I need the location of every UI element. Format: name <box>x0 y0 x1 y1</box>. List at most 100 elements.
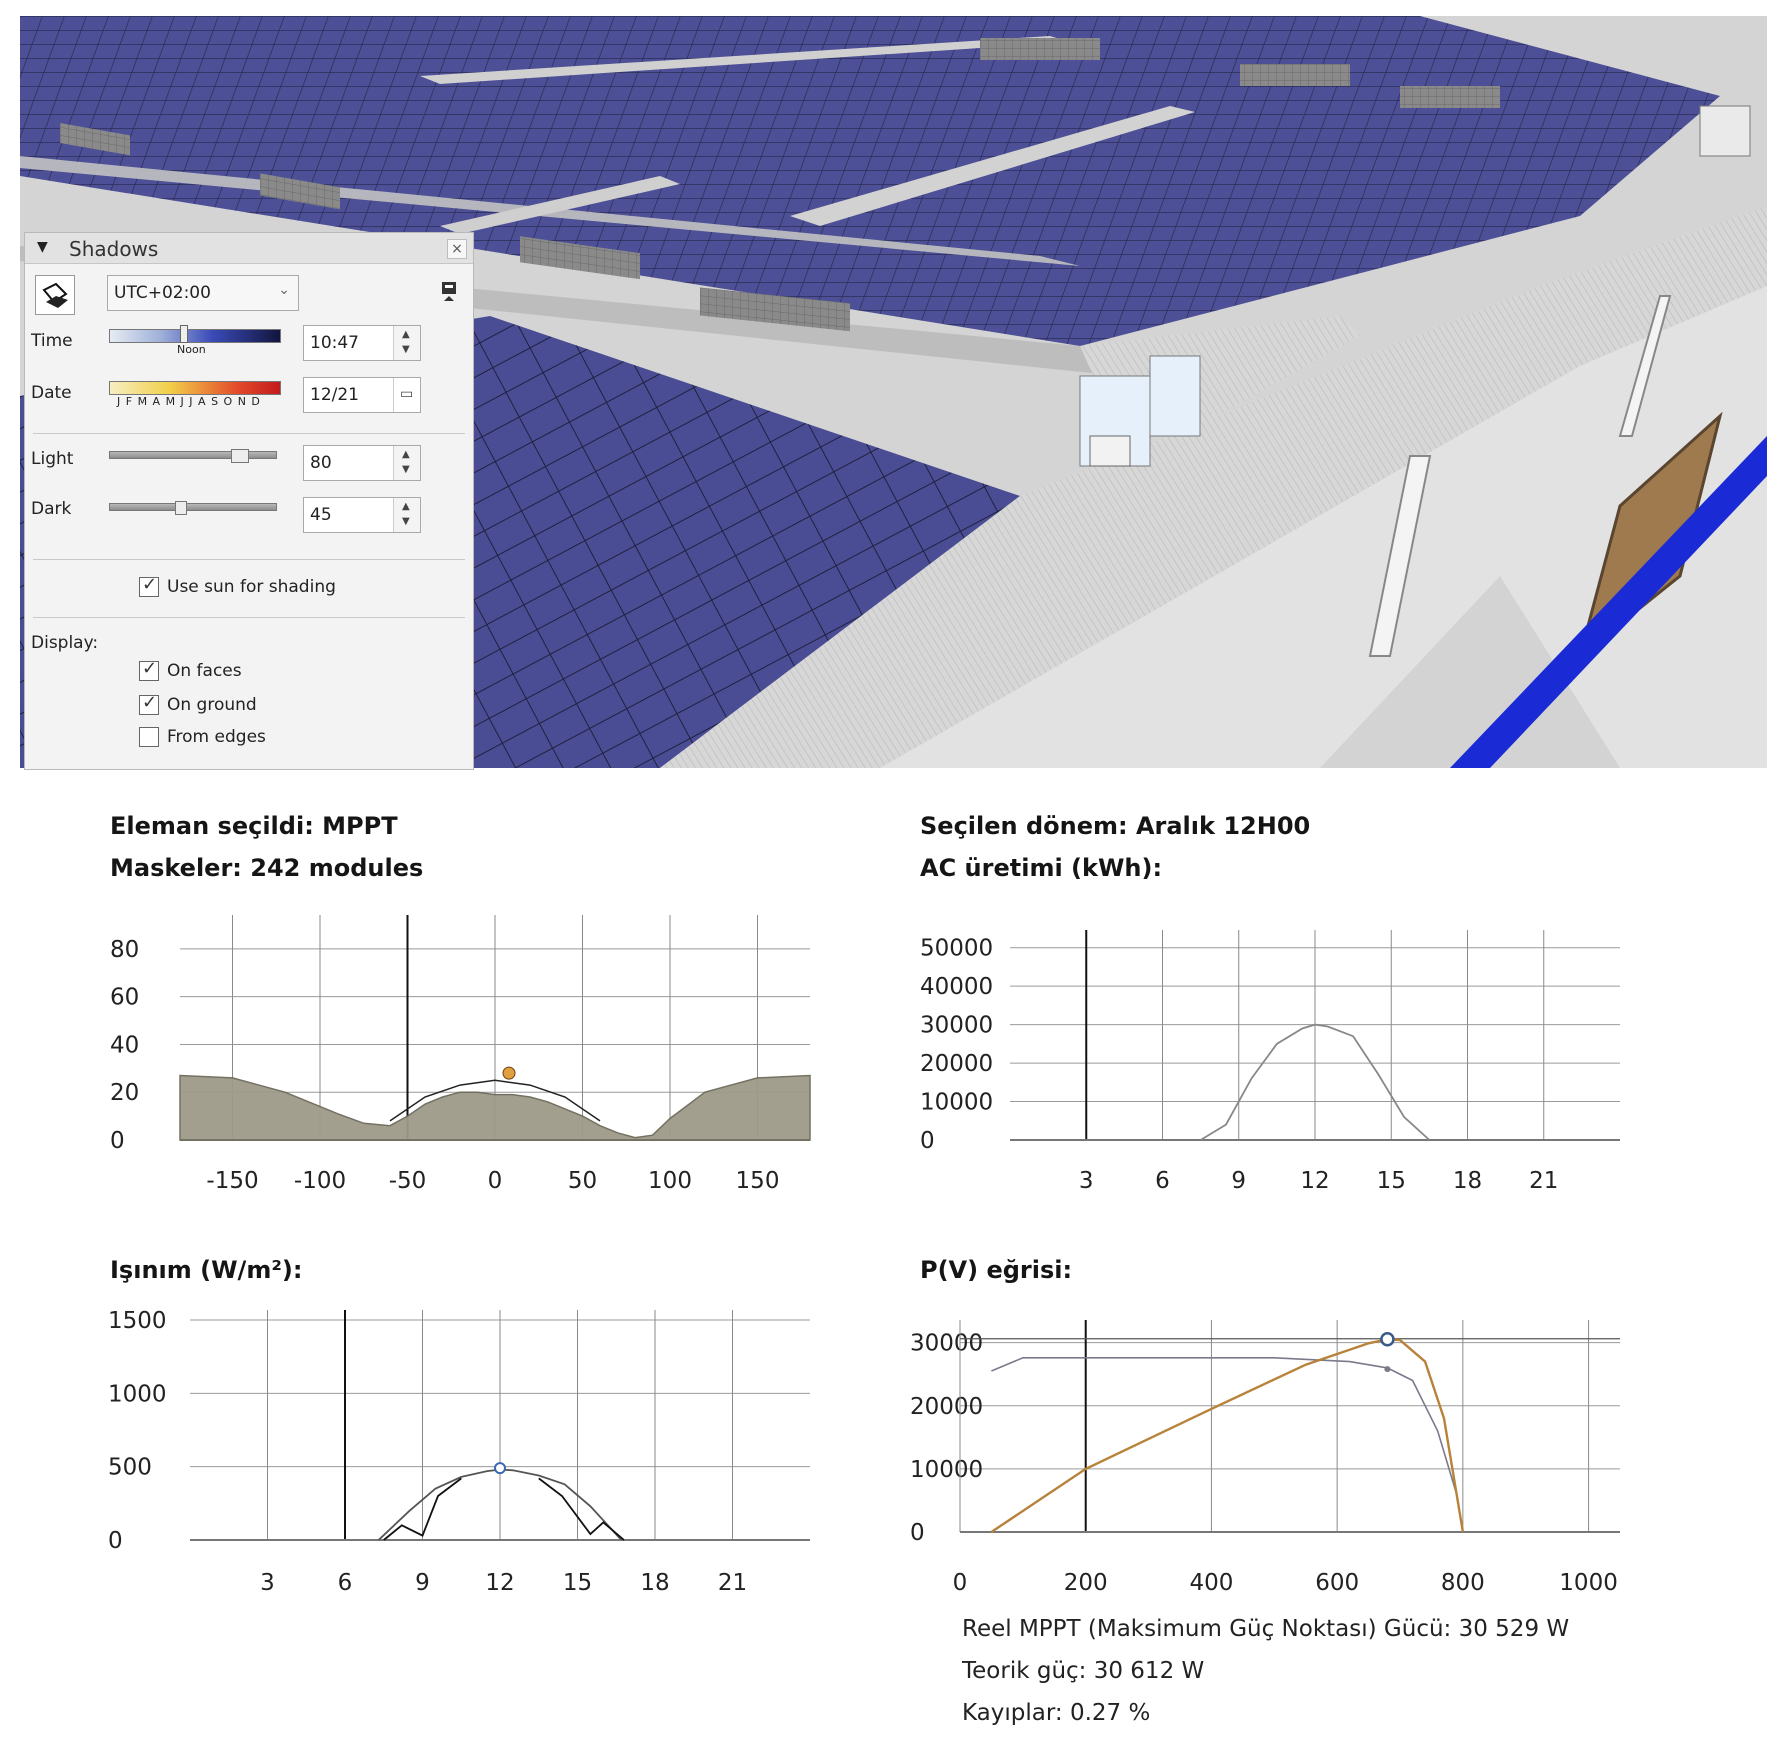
real-mppt-power: Reel MPPT (Maksimum Güç Noktası) Gücü: 3… <box>962 1616 1570 1642</box>
date-label: Date <box>31 383 72 403</box>
y-tick-label: 30000 <box>920 1013 993 1039</box>
dark-label: Dark <box>31 499 72 519</box>
shaded-mpp-marker <box>1384 1366 1391 1373</box>
on-faces-checkbox[interactable]: ✓ <box>139 658 159 681</box>
light-input[interactable]: 80 ▲ ▼ <box>303 445 421 481</box>
y-tick-label: 0 <box>920 1128 935 1154</box>
x-tick-label: 50 <box>568 1168 597 1194</box>
time-value: 10:47 <box>310 333 359 353</box>
toggle-shadows-button[interactable] <box>35 275 75 315</box>
shadows-panel-title: Shadows <box>69 237 159 261</box>
details-toggle-icon[interactable] <box>441 281 457 303</box>
x-tick-label: 1000 <box>1559 1570 1618 1596</box>
x-tick-label: 0 <box>953 1570 968 1596</box>
x-tick-label: 800 <box>1441 1570 1485 1596</box>
y-tick-label: 80 <box>110 937 139 963</box>
x-tick-label: 400 <box>1189 1570 1233 1596</box>
y-tick-label: 40000 <box>920 974 993 1000</box>
date-slider[interactable] <box>109 381 281 395</box>
dark-value: 45 <box>310 505 332 525</box>
element-selected-heading: Eleman seçildi: MPPT <box>110 812 398 840</box>
date-slider-months: J F M A M J J A S O N D <box>117 395 261 408</box>
light-slider-thumb[interactable] <box>231 449 249 463</box>
close-icon[interactable]: × <box>447 239 467 259</box>
pv-curve-line <box>990 1338 1465 1533</box>
x-tick-label: 15 <box>1377 1168 1406 1194</box>
date-value: 12/21 <box>310 385 359 405</box>
x-tick-label: 6 <box>1155 1168 1170 1194</box>
from-edges-label: From edges <box>167 727 266 747</box>
x-tick-label: 0 <box>488 1168 503 1194</box>
calendar-icon[interactable]: ▭ <box>393 378 420 412</box>
date-input[interactable]: 12/21 ▭ <box>303 377 421 413</box>
y-tick-label: 20 <box>110 1080 139 1106</box>
light-label: Light <box>31 449 74 469</box>
pv-curve-chart: 0 10000 20000 30000 0 200 400 600 800 1000 <box>910 1320 1620 1596</box>
x-tick-label: 9 <box>415 1570 430 1596</box>
x-tick-label: 18 <box>1453 1168 1482 1194</box>
mpp-marker <box>1380 1332 1395 1347</box>
dark-spinner[interactable]: ▲ ▼ <box>393 498 420 532</box>
dark-slider[interactable] <box>109 503 277 511</box>
y-tick-label: 50000 <box>920 936 993 962</box>
y-tick-label: 1000 <box>108 1381 167 1407</box>
light-slider[interactable] <box>109 451 277 459</box>
light-value: 80 <box>310 453 332 473</box>
from-edges-checkbox[interactable] <box>139 727 159 747</box>
check-icon: ✓ <box>142 692 158 713</box>
horizon-mask-chart: 0 20 40 60 80 -150 -100 -50 0 50 100 150 <box>110 915 811 1194</box>
y-tick-label: 0 <box>108 1528 123 1554</box>
time-spinner[interactable]: ▲ ▼ <box>393 326 420 360</box>
y-tick-label: 10000 <box>910 1457 983 1483</box>
x-tick-label: 9 <box>1231 1168 1246 1194</box>
x-tick-label: 100 <box>648 1168 692 1194</box>
time-input[interactable]: 10:47 ▲ ▼ <box>303 325 421 361</box>
y-tick-label: 20000 <box>920 1051 993 1077</box>
check-icon: ✓ <box>142 658 158 679</box>
divider <box>33 433 465 434</box>
y-tick-label: 0 <box>110 1128 125 1154</box>
x-tick-label: 12 <box>1300 1168 1329 1194</box>
y-tick-label: 1500 <box>108 1308 167 1334</box>
shadows-panel: ▼ Shadows × UTC+02:00 ⌄ Time Noon 10:47 … <box>24 232 474 770</box>
timezone-select[interactable]: UTC+02:00 ⌄ <box>107 275 299 311</box>
shadows-panel-titlebar[interactable]: ▼ Shadows × <box>25 233 473 264</box>
dark-input[interactable]: 45 ▲ ▼ <box>303 497 421 533</box>
y-tick-label: 30000 <box>910 1331 983 1357</box>
x-tick-label: -50 <box>389 1168 427 1194</box>
time-slider[interactable] <box>109 329 281 343</box>
sun-marker <box>502 1066 516 1080</box>
irradiance-line <box>538 1477 625 1541</box>
x-tick-label: 15 <box>563 1570 592 1596</box>
on-ground-label: On ground <box>167 695 257 715</box>
use-sun-label: Use sun for shading <box>167 577 336 597</box>
pv-curve-heading: P(V) eğrisi: <box>920 1256 1073 1284</box>
irradiance-marker <box>494 1462 506 1475</box>
time-label: Time <box>31 331 73 351</box>
collapse-icon[interactable]: ▼ <box>37 239 48 255</box>
divider <box>33 617 465 618</box>
x-tick-label: 3 <box>1079 1168 1094 1194</box>
use-sun-checkbox[interactable]: ✓ <box>139 574 159 597</box>
y-tick-label: 60 <box>110 985 139 1011</box>
time-slider-noon-label: Noon <box>177 343 206 356</box>
x-tick-label: 150 <box>736 1168 780 1194</box>
on-ground-checkbox[interactable]: ✓ <box>139 692 159 715</box>
masks-heading: Maskeler: 242 modules <box>110 854 424 882</box>
x-tick-label: 12 <box>485 1570 514 1596</box>
y-tick-label: 0 <box>910 1520 925 1546</box>
y-tick-label: 20000 <box>910 1394 983 1420</box>
irradiance-heading: Işınım (W/m²): <box>110 1256 303 1284</box>
theoretical-power: Teorik güç: 30 612 W <box>962 1658 1205 1684</box>
selected-period-heading: Seçilen dönem: Aralık 12H00 <box>920 812 1311 840</box>
check-icon: ✓ <box>142 574 158 595</box>
light-spinner[interactable]: ▲ ▼ <box>393 446 420 480</box>
x-tick-label: 600 <box>1315 1570 1359 1596</box>
x-tick-label: 21 <box>1529 1168 1558 1194</box>
irradiance-chart: 0 500 1000 1500 3 6 9 12 15 18 21 <box>108 1308 810 1596</box>
timezone-value: UTC+02:00 <box>114 283 211 303</box>
chevron-down-icon: ⌄ <box>278 282 290 298</box>
time-slider-thumb[interactable] <box>180 325 188 343</box>
dark-slider-thumb[interactable] <box>175 501 187 515</box>
x-tick-label: 21 <box>718 1570 747 1596</box>
